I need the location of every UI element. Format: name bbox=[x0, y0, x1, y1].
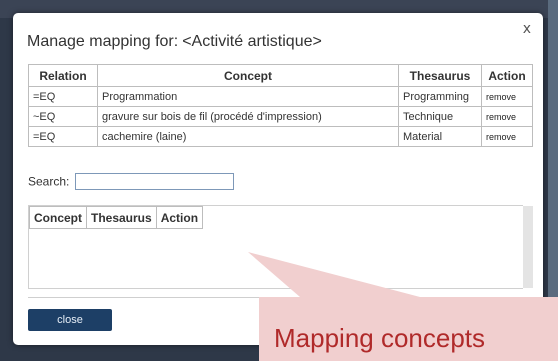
relation-cell: ~EQ bbox=[28, 106, 98, 127]
column-header-action: Action bbox=[155, 206, 204, 229]
table-row: =EQ Programmation Programming remove bbox=[28, 86, 533, 107]
search-results-table: Concept Thesaurus Action bbox=[29, 206, 204, 229]
mapping-table-header: Relation Concept Thesaurus Action bbox=[28, 64, 533, 87]
results-scrollbar[interactable] bbox=[523, 206, 533, 288]
column-header-thesaurus: Thesaurus bbox=[86, 206, 157, 229]
action-cell: remove bbox=[481, 106, 533, 127]
column-header-relation: Relation bbox=[28, 64, 98, 87]
close-button[interactable]: close bbox=[28, 309, 112, 331]
dialog-concept-name: <Activité artistique> bbox=[182, 33, 322, 50]
manage-mapping-dialog: x Manage mapping for: <Activité artistiqu… bbox=[13, 13, 543, 345]
dialog-title-prefix: Manage mapping for: bbox=[27, 33, 179, 50]
results-table-header: Concept Thesaurus Action bbox=[29, 206, 204, 229]
column-header-concept: Concept bbox=[97, 64, 399, 87]
thesaurus-cell: Programming bbox=[398, 86, 482, 107]
concept-cell: cachemire (laine) bbox=[97, 126, 399, 147]
column-header-concept: Concept bbox=[29, 206, 87, 229]
relation-cell: =EQ bbox=[28, 126, 98, 147]
thesaurus-cell: Technique bbox=[398, 106, 482, 127]
concept-cell: Programmation bbox=[97, 86, 399, 107]
dialog-title: Manage mapping for: <Activité artistique> bbox=[27, 33, 322, 51]
remove-link[interactable]: remove bbox=[486, 92, 516, 102]
search-label: Search: bbox=[28, 174, 70, 189]
relation-cell: =EQ bbox=[28, 86, 98, 107]
remove-link[interactable]: remove bbox=[486, 112, 516, 122]
column-header-thesaurus: Thesaurus bbox=[398, 64, 482, 87]
callout-label: Mapping concepts bbox=[274, 323, 486, 353]
close-icon[interactable]: x bbox=[523, 21, 531, 37]
search-results-panel: Concept Thesaurus Action bbox=[28, 205, 533, 289]
concept-cell: gravure sur bois de fil (procédé d'impre… bbox=[97, 106, 399, 127]
search-input[interactable] bbox=[74, 173, 234, 190]
action-cell: remove bbox=[481, 86, 533, 107]
remove-link[interactable]: remove bbox=[486, 132, 516, 142]
column-header-action: Action bbox=[481, 64, 533, 87]
table-row: =EQ cachemire (laine) Material remove bbox=[28, 126, 533, 147]
table-row: ~EQ gravure sur bois de fil (procédé d'i… bbox=[28, 106, 533, 127]
action-cell: remove bbox=[481, 126, 533, 147]
mapping-table: Relation Concept Thesaurus Action =EQ Pr… bbox=[28, 64, 533, 147]
search-row: Search: bbox=[28, 173, 234, 190]
thesaurus-cell: Material bbox=[398, 126, 482, 147]
